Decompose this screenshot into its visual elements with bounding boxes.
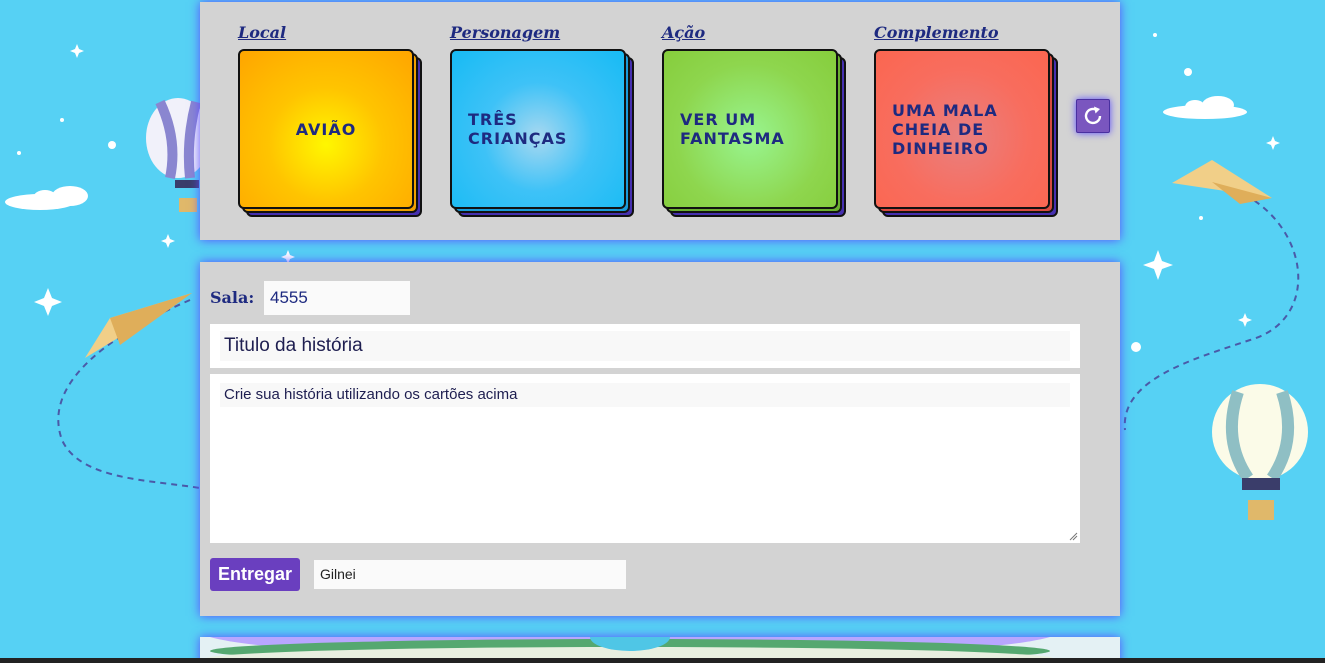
card-stack-acao: VER UM FANTASMA	[662, 49, 852, 224]
story-text-placeholder: Crie sua história utilizando os cartões …	[220, 383, 1070, 407]
column-label-acao[interactable]: Ação	[662, 22, 852, 44]
refresh-button[interactable]	[1076, 99, 1110, 133]
column-local: Local AVIÃO	[238, 22, 428, 224]
refresh-icon	[1084, 106, 1102, 125]
column-label-complemento[interactable]: Complemento	[874, 22, 1064, 44]
story-panel: Sala: 4555 Titulo da história Crie sua h…	[200, 262, 1120, 616]
card-stack-personagem: TRÊS CRIANÇAS	[450, 49, 640, 224]
title-field-wrapper: Titulo da história	[210, 324, 1080, 368]
card-local[interactable]: AVIÃO	[238, 49, 414, 209]
submit-button[interactable]: Entregar	[210, 558, 300, 591]
card-stack-local: AVIÃO	[238, 49, 428, 224]
card-acao[interactable]: VER UM FANTASMA	[662, 49, 838, 209]
resize-grip-icon[interactable]	[1069, 532, 1078, 541]
column-complemento: Complemento UMA MALA CHEIA DE DINHEIRO	[874, 22, 1064, 224]
column-label-local[interactable]: Local	[238, 22, 428, 44]
author-name-input[interactable]: Gilnei	[314, 560, 626, 589]
card-stack-complemento: UMA MALA CHEIA DE DINHEIRO	[874, 49, 1064, 224]
card-personagem[interactable]: TRÊS CRIANÇAS	[450, 49, 626, 209]
taskbar	[0, 658, 1325, 663]
column-personagem: Personagem TRÊS CRIANÇAS	[450, 22, 640, 224]
cards-panel: Local AVIÃO Personagem TRÊS CRIANÇAS Açã…	[200, 2, 1120, 240]
hot-air-balloon-icon	[1212, 384, 1308, 520]
story-textarea[interactable]: Crie sua história utilizando os cartões …	[210, 374, 1080, 543]
card-complemento[interactable]: UMA MALA CHEIA DE DINHEIRO	[874, 49, 1050, 209]
column-acao: Ação VER UM FANTASMA	[662, 22, 852, 224]
room-label: Sala:	[210, 288, 255, 307]
story-title-input[interactable]: Titulo da história	[220, 331, 1070, 361]
column-label-personagem[interactable]: Personagem	[450, 22, 640, 44]
room-input[interactable]: 4555	[264, 281, 410, 315]
